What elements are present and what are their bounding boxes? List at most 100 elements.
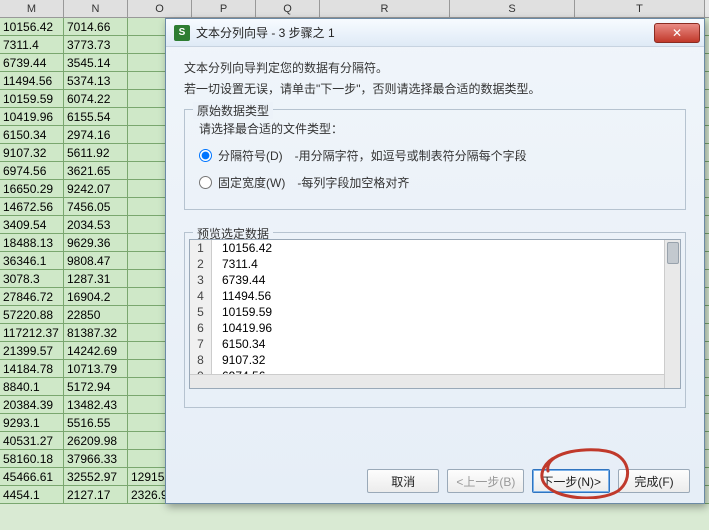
preview-line-number: 1 (190, 240, 212, 256)
text-to-columns-wizard-dialog: S 文本分列向导 - 3 步骤之 1 ✕ 文本分列向导判定您的数据有分隔符。 若… (165, 18, 705, 504)
preview-value: 7311.4 (212, 256, 258, 272)
cell[interactable]: 37966.33 (64, 450, 128, 467)
cell[interactable]: 9242.07 (64, 180, 128, 197)
fieldset-legend: 原始数据类型 (193, 102, 273, 119)
cell[interactable]: 3545.14 (64, 54, 128, 71)
cell[interactable]: 2034.53 (64, 216, 128, 233)
cell[interactable]: 5374.13 (64, 72, 128, 89)
col-header-M[interactable]: M (0, 0, 64, 17)
cell[interactable]: 20384.39 (0, 396, 64, 413)
finish-button[interactable]: 完成(F) (618, 469, 690, 493)
intro-text-2: 若一切设置无误，请单击"下一步"，否则请选择最合适的数据类型。 (184, 80, 686, 97)
cell[interactable]: 10156.42 (0, 18, 64, 35)
cell[interactable]: 8840.1 (0, 378, 64, 395)
radio-delimited[interactable] (199, 149, 212, 162)
col-header-T[interactable]: T (575, 0, 705, 17)
cell[interactable]: 3078.3 (0, 270, 64, 287)
cell[interactable]: 32552.97 (64, 468, 128, 485)
cell[interactable]: 81387.32 (64, 324, 128, 341)
col-header-Q[interactable]: Q (256, 0, 320, 17)
cell[interactable]: 6150.34 (0, 126, 64, 143)
cell[interactable]: 1287.31 (64, 270, 128, 287)
col-header-R[interactable]: R (320, 0, 450, 17)
cell[interactable]: 22850 (64, 306, 128, 323)
cell[interactable]: 6974.56 (0, 162, 64, 179)
cell[interactable]: 21399.57 (0, 342, 64, 359)
cell[interactable]: 26209.98 (64, 432, 128, 449)
preview-row: 610419.96 (190, 320, 680, 336)
cell[interactable]: 6155.54 (64, 108, 128, 125)
preview-line-number: 8 (190, 352, 212, 368)
preview-line-number: 6 (190, 320, 212, 336)
preview-line-number: 7 (190, 336, 212, 352)
preview-line-number: 2 (190, 256, 212, 272)
preview-box: 110156.4227311.436739.44411494.56510159.… (189, 239, 681, 389)
radio-fixed-row[interactable]: 固定宽度(W) -每列字段加空格对齐 (199, 174, 671, 191)
col-header-O[interactable]: O (128, 0, 192, 17)
preview-row: 89107.32 (190, 352, 680, 368)
cell[interactable]: 7014.66 (64, 18, 128, 35)
cell[interactable]: 6739.44 (0, 54, 64, 71)
cell[interactable]: 3409.54 (0, 216, 64, 233)
column-headers: M N O P Q R S T (0, 0, 709, 18)
cell[interactable]: 6074.22 (64, 90, 128, 107)
cell[interactable]: 27846.72 (0, 288, 64, 305)
preview-value: 6150.34 (212, 336, 265, 352)
horizontal-scrollbar[interactable] (190, 374, 664, 388)
cell[interactable]: 117212.37 (0, 324, 64, 341)
app-icon: S (174, 25, 190, 41)
cell[interactable]: 4454.1 (0, 486, 64, 503)
vertical-scrollbar[interactable] (664, 240, 680, 388)
cell[interactable]: 16650.29 (0, 180, 64, 197)
cell[interactable]: 36346.1 (0, 252, 64, 269)
cell[interactable]: 57220.88 (0, 306, 64, 323)
dialog-titlebar[interactable]: S 文本分列向导 - 3 步骤之 1 ✕ (166, 19, 704, 47)
cell[interactable]: 5611.92 (64, 144, 128, 161)
cell[interactable]: 45466.61 (0, 468, 64, 485)
col-header-S[interactable]: S (450, 0, 575, 17)
dialog-title: 文本分列向导 - 3 步骤之 1 (196, 24, 654, 41)
cell[interactable]: 10159.59 (0, 90, 64, 107)
cell[interactable]: 18488.13 (0, 234, 64, 251)
col-header-P[interactable]: P (192, 0, 256, 17)
cell[interactable]: 10419.96 (0, 108, 64, 125)
radio-delimited-row[interactable]: 分隔符号(D) -用分隔字符，如逗号或制表符分隔每个字段 (199, 147, 671, 164)
cell[interactable]: 5172.94 (64, 378, 128, 395)
cell[interactable]: 13482.43 (64, 396, 128, 413)
cell[interactable]: 14242.69 (64, 342, 128, 359)
next-button[interactable]: 下一步(N)> (532, 469, 610, 493)
cell[interactable]: 5516.55 (64, 414, 128, 431)
cell[interactable]: 3773.73 (64, 36, 128, 53)
intro-text-1: 文本分列向导判定您的数据有分隔符。 (184, 59, 686, 76)
preview-value: 10159.59 (212, 304, 272, 320)
cell[interactable]: 3621.65 (64, 162, 128, 179)
preview-line-number: 4 (190, 288, 212, 304)
cell[interactable]: 14184.78 (0, 360, 64, 377)
cell[interactable]: 2127.17 (64, 486, 128, 503)
preview-row: 36739.44 (190, 272, 680, 288)
cell[interactable]: 11494.56 (0, 72, 64, 89)
cell[interactable]: 2974.16 (64, 126, 128, 143)
scroll-thumb[interactable] (667, 242, 679, 264)
radio-fixed-desc: -每列字段加空格对齐 (297, 174, 409, 191)
cell[interactable]: 10713.79 (64, 360, 128, 377)
cell[interactable]: 9293.1 (0, 414, 64, 431)
cell[interactable]: 16904.2 (64, 288, 128, 305)
cell[interactable]: 7311.4 (0, 36, 64, 53)
radio-fixed-label: 固定宽度(W) (218, 174, 285, 191)
cancel-button[interactable]: 取消 (367, 469, 439, 493)
cell[interactable]: 9107.32 (0, 144, 64, 161)
preview-row: 110156.42 (190, 240, 680, 256)
radio-fixed-width[interactable] (199, 176, 212, 189)
preview-value: 6739.44 (212, 272, 265, 288)
close-button[interactable]: ✕ (654, 23, 700, 43)
preview-row: 76150.34 (190, 336, 680, 352)
cell[interactable]: 40531.27 (0, 432, 64, 449)
cell[interactable]: 58160.18 (0, 450, 64, 467)
col-header-N[interactable]: N (64, 0, 128, 17)
cell[interactable]: 9629.36 (64, 234, 128, 251)
preview-line-number: 5 (190, 304, 212, 320)
cell[interactable]: 7456.05 (64, 198, 128, 215)
cell[interactable]: 9808.47 (64, 252, 128, 269)
cell[interactable]: 14672.56 (0, 198, 64, 215)
